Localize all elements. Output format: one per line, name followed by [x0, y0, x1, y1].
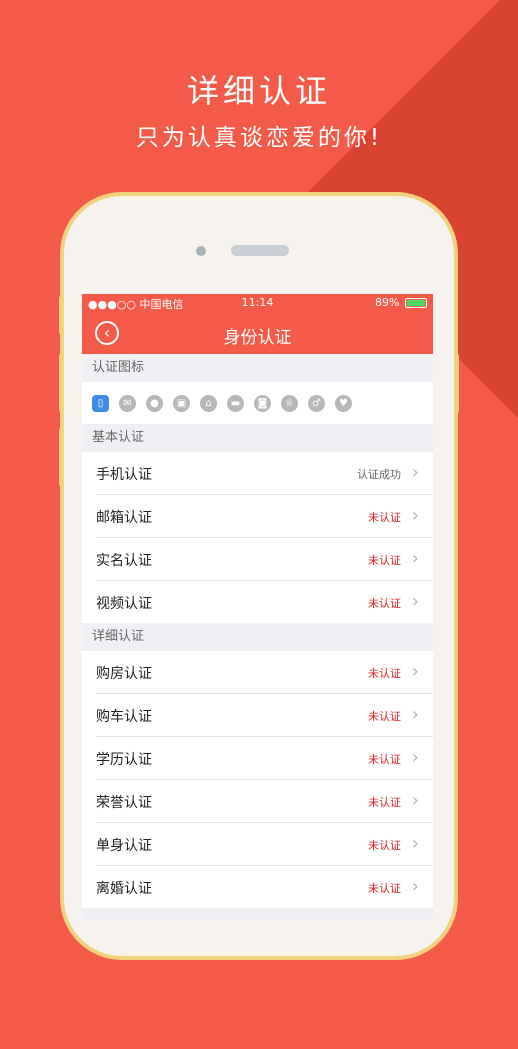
video-icon[interactable]: ▣ — [173, 394, 190, 412]
honor-icon[interactable]: ♕ — [281, 394, 298, 412]
cert-row-status: 未认证 — [368, 839, 401, 852]
cert-row-house[interactable]: 购房认证 未认证 › — [96, 651, 433, 694]
car-icon[interactable]: ▬ — [227, 394, 244, 412]
chevron-right-icon: › — [411, 661, 419, 682]
cert-row-label: 荣誉认证 — [96, 795, 152, 811]
cert-row-realname[interactable]: 实名认证 未认证 › — [96, 538, 433, 581]
education-icon[interactable]: ◙ — [254, 394, 271, 412]
divorce-icon[interactable]: ♥ — [335, 394, 352, 412]
promo-title: 详细认证 — [186, 72, 331, 110]
cert-row-phone[interactable]: 手机认证 认证成功 › — [96, 452, 433, 495]
cert-row-label: 实名认证 — [96, 553, 152, 569]
battery-percent: 89% — [375, 296, 400, 309]
phone-icon[interactable]: ▯ — [92, 394, 109, 412]
detail-cert-list: 购房认证 未认证 › 购车认证 未认证 › 学历认证 未认证 › 荣誉认证 未认… — [82, 651, 433, 908]
section-header-icons: 认证图标 — [82, 354, 433, 382]
phone-side-button — [59, 354, 64, 412]
chevron-right-icon: › — [411, 591, 419, 612]
cert-row-status: 认证成功 — [357, 468, 401, 481]
cert-row-label: 单身认证 — [96, 838, 152, 854]
cert-row-education[interactable]: 学历认证 未认证 › — [96, 737, 433, 780]
chevron-right-icon: › — [411, 548, 419, 569]
cert-row-car[interactable]: 购车认证 未认证 › — [96, 694, 433, 737]
cert-row-divorce[interactable]: 离婚认证 未认证 › — [96, 866, 433, 908]
id-icon[interactable]: ● — [146, 394, 163, 412]
status-bar: ●●●○○ 中国电信 11:14 89% — [82, 294, 433, 312]
chevron-right-icon: › — [411, 704, 419, 725]
cert-row-status: 未认证 — [368, 796, 401, 809]
basic-cert-list: 手机认证 认证成功 › 邮箱认证 未认证 › 实名认证 未认证 › 视频认证 未… — [82, 452, 433, 623]
phone-camera — [196, 246, 206, 256]
cert-row-email[interactable]: 邮箱认证 未认证 › — [96, 495, 433, 538]
cert-row-label: 购车认证 — [96, 709, 152, 725]
cert-row-label: 手机认证 — [96, 467, 152, 483]
phone-side-button — [59, 428, 64, 486]
cert-row-label: 购房认证 — [96, 666, 152, 682]
cert-row-status: 未认证 — [368, 882, 401, 895]
chevron-right-icon: › — [411, 790, 419, 811]
cert-row-label: 学历认证 — [96, 752, 152, 768]
nav-bar: ‹ 身份认证 — [82, 312, 433, 354]
cert-row-video[interactable]: 视频认证 未认证 › — [96, 581, 433, 623]
cert-row-status: 未认证 — [368, 710, 401, 723]
cert-row-status: 未认证 — [368, 667, 401, 680]
phone-side-button — [59, 296, 64, 334]
phone-speaker — [231, 245, 289, 256]
chevron-right-icon: › — [411, 747, 419, 768]
email-icon[interactable]: ✉ — [119, 394, 136, 412]
chevron-right-icon: › — [411, 876, 419, 897]
cert-row-label: 离婚认证 — [96, 881, 152, 897]
chevron-right-icon: › — [411, 833, 419, 854]
cert-icons-row: ▯ ✉ ● ▣ ⌂ ▬ ◙ ♕ ♂ ♥ — [82, 382, 433, 424]
cert-row-label: 邮箱认证 — [96, 510, 152, 526]
status-right: 89% — [375, 296, 427, 309]
chevron-right-icon: › — [411, 505, 419, 526]
chevron-right-icon: › — [411, 462, 419, 483]
cert-row-status: 未认证 — [368, 753, 401, 766]
phone-screen: ●●●○○ 中国电信 11:14 89% ‹ 身份认证 认证图标 ▯ ✉ ● ▣… — [82, 294, 433, 920]
promo-subtitle: 只为认真谈恋爱的你! — [135, 125, 383, 151]
cert-row-honor[interactable]: 荣誉认证 未认证 › — [96, 780, 433, 823]
page-title: 身份认证 — [223, 328, 292, 348]
section-header-basic: 基本认证 — [82, 424, 433, 452]
cert-row-label: 视频认证 — [96, 596, 152, 612]
cert-row-status: 未认证 — [368, 597, 401, 610]
house-icon[interactable]: ⌂ — [200, 394, 217, 412]
cert-row-single[interactable]: 单身认证 未认证 › — [96, 823, 433, 866]
battery-icon — [405, 298, 427, 308]
single-icon[interactable]: ♂ — [308, 394, 325, 412]
cert-row-status: 未认证 — [368, 554, 401, 567]
cert-row-status: 未认证 — [368, 511, 401, 524]
section-header-detail: 详细认证 — [82, 623, 433, 651]
phone-side-button — [454, 354, 459, 412]
